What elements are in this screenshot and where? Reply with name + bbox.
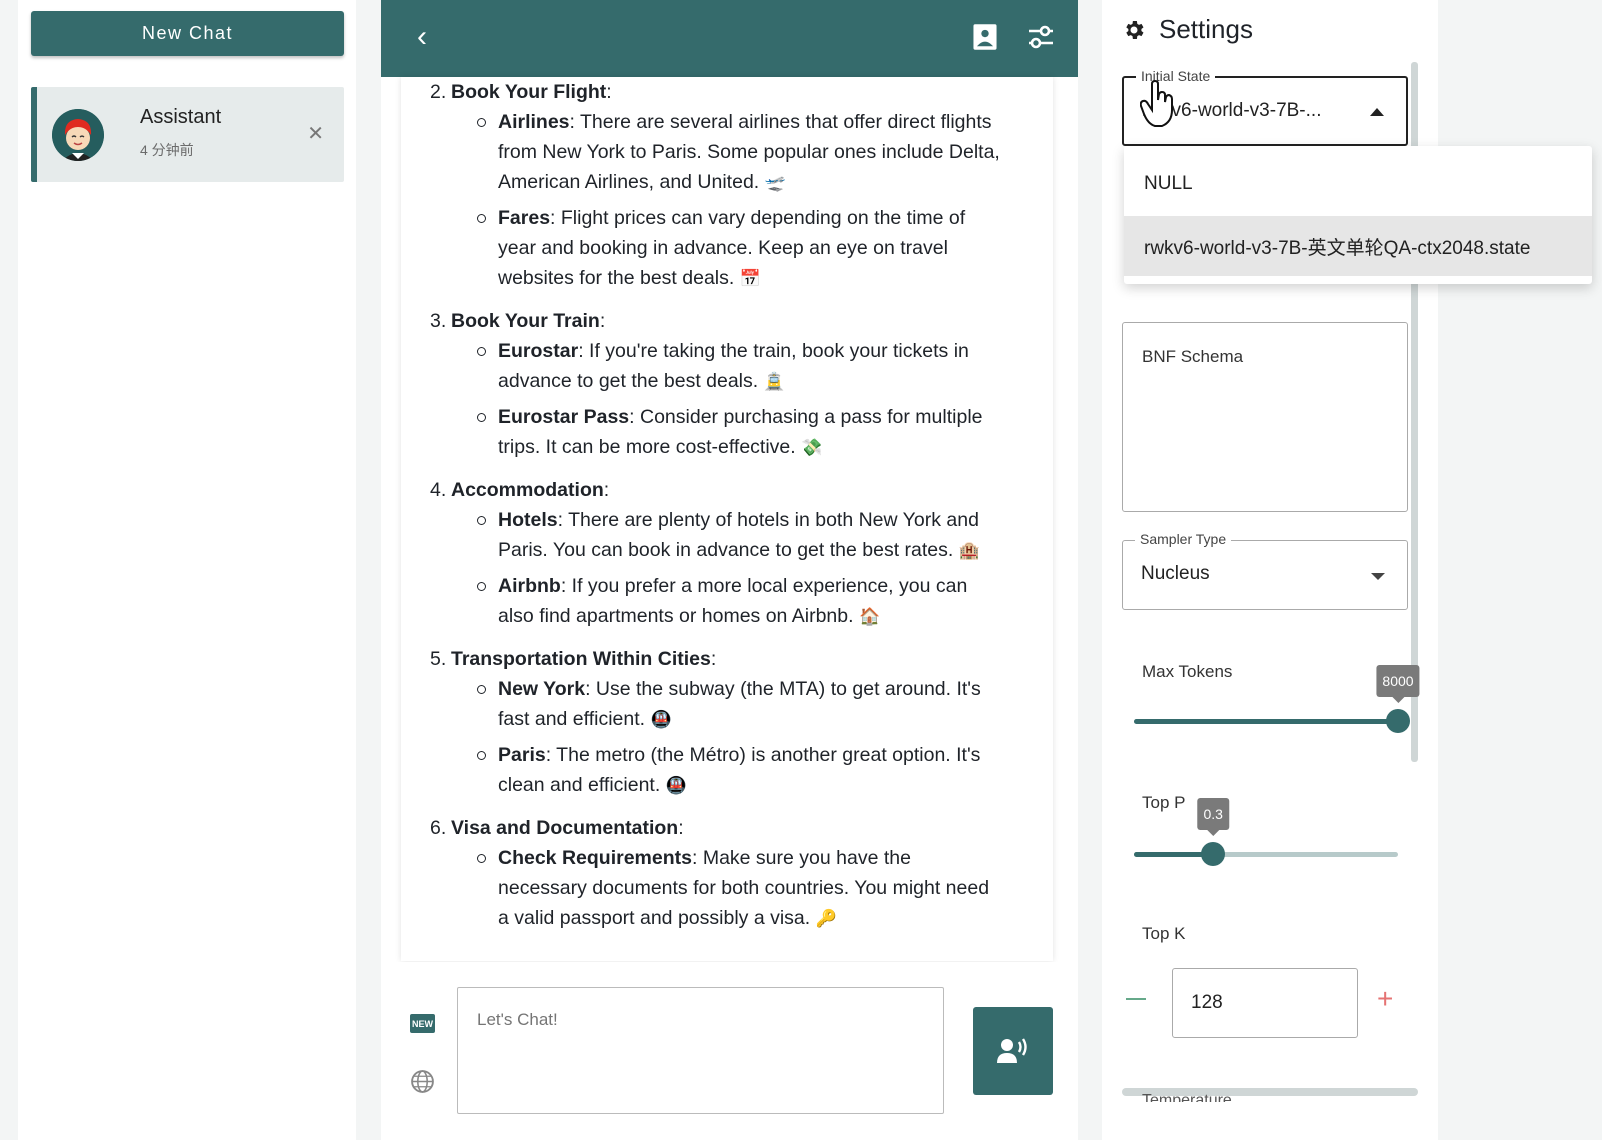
item-title: Transportation Within Cities	[451, 648, 711, 670]
emoji-icon: 🛫	[764, 173, 786, 192]
emoji-icon: 🚇	[650, 710, 672, 729]
sub-list: Check Requirements: Make sure you have t…	[451, 843, 1053, 934]
sub-list-item: Eurostar Pass: Consider purchasing a pas…	[477, 402, 1003, 463]
settings-title: Settings	[1159, 14, 1253, 44]
sub-item-label: Airlines	[498, 111, 570, 133]
settings-header: Settings	[1122, 14, 1253, 45]
voice-input-button[interactable]	[973, 1007, 1053, 1095]
item-number: 3.	[430, 310, 447, 332]
sub-list-item: Airlines: There are several airlines tha…	[477, 107, 1003, 198]
message-list-item: 3. Book Your Train: Eurostar: If you're ta…	[430, 306, 1053, 463]
message-list-item: 2. Book Your Flight: Airlines: There are s…	[430, 77, 1053, 294]
sub-list-item: Paris: The metro (the Métro) is another …	[477, 740, 1003, 801]
increment-icon[interactable]: +	[1377, 985, 1393, 1013]
sub-item-text: : The metro (the Métro) is another great…	[498, 744, 981, 796]
sub-list-item: Airbnb: If you prefer a more local exper…	[477, 571, 1003, 632]
item-title: Book Your Flight	[451, 81, 607, 103]
sub-item-label: Paris	[498, 744, 546, 766]
state-option-rwkv[interactable]: rwkv6-world-v3-7B-英文单轮QA-ctx2048.state	[1124, 216, 1592, 276]
sub-list: Eurostar: If you're taking the train, bo…	[451, 336, 1053, 463]
sub-item-label: Airbnb	[498, 575, 561, 597]
max-tokens-fill	[1134, 719, 1398, 724]
sampler-type-value: Nucleus	[1141, 563, 1210, 584]
sub-item-label: Check Requirements	[498, 847, 692, 869]
max-tokens-slider[interactable]: 8000	[1134, 665, 1420, 733]
item-number: 5.	[430, 648, 447, 670]
top-p-label: Top P	[1142, 793, 1186, 812]
globe-icon[interactable]	[410, 1069, 435, 1094]
close-icon[interactable]: ✕	[307, 121, 324, 146]
max-tokens-tooltip: 8000	[1376, 665, 1420, 703]
emoji-icon: 🔑	[815, 909, 837, 928]
assistant-avatar	[52, 109, 104, 161]
caret-up-icon	[1370, 108, 1384, 116]
top-p-slider[interactable]: 0.3	[1134, 798, 1398, 866]
sub-list-item: Check Requirements: Make sure you have t…	[477, 843, 1003, 934]
item-title: Visa and Documentation	[451, 817, 679, 839]
max-tokens-thumb[interactable]	[1386, 709, 1410, 733]
gear-icon	[1126, 20, 1144, 39]
sidebar: New Chat Assistant 4 分钟前 ✕	[18, 0, 356, 1140]
caret-down-icon	[1371, 573, 1385, 580]
sampler-type-label: Sampler Type	[1135, 531, 1232, 547]
item-number: 2.	[430, 81, 447, 103]
sub-list-item: Eurostar: If you're taking the train, bo…	[477, 336, 1003, 397]
message-list-item: 5. Transportation Within Cities: New York:…	[430, 644, 1053, 801]
chat-header: ‹	[381, 0, 1078, 77]
decrement-icon[interactable]	[1126, 998, 1146, 1000]
top-p-thumb[interactable]	[1201, 842, 1226, 866]
chat-input[interactable]	[457, 987, 944, 1114]
image-icon[interactable]	[971, 22, 999, 52]
sub-item-text: : There are plenty of hotels in both New…	[498, 509, 979, 561]
sub-item-label: Hotels	[498, 509, 558, 531]
sub-list: Airlines: There are several airlines tha…	[451, 107, 1053, 294]
new-conversation-icon[interactable]: NEW	[410, 1014, 435, 1033]
state-option-null[interactable]: NULL	[1124, 154, 1592, 214]
emoji-icon: 🏠	[858, 607, 881, 626]
sub-item-label: Fares	[498, 207, 551, 229]
chat-session-item[interactable]: Assistant 4 分钟前 ✕	[31, 87, 344, 182]
session-name: Assistant	[140, 106, 222, 128]
sub-item-label: New York	[498, 678, 586, 700]
message-area: 2. Book Your Flight: Airlines: There are s…	[401, 77, 1053, 961]
sub-list-item: Hotels: There are plenty of hotels in bo…	[477, 505, 1003, 566]
item-number: 4.	[430, 479, 447, 501]
temperature-label: Temperature	[1142, 1092, 1232, 1102]
item-number: 6.	[430, 817, 447, 839]
bnf-schema-field[interactable]: BNF Schema	[1122, 322, 1408, 512]
sub-list-item: New York: Use the subway (the MTA) to ge…	[477, 674, 1003, 735]
tune-settings-icon[interactable]	[1027, 22, 1055, 52]
sub-list-item: Fares: Flight prices can vary depending …	[477, 203, 1003, 294]
new-chat-button[interactable]: New Chat	[31, 11, 344, 56]
emoji-icon: 🚊	[763, 372, 785, 391]
sub-list: New York: Use the subway (the MTA) to ge…	[451, 674, 1053, 801]
voice-icon	[997, 1038, 1027, 1063]
emoji-icon: 🚇	[665, 776, 687, 795]
item-title: Accommodation	[451, 479, 604, 501]
initial-state-menu: NULL rwkv6-world-v3-7B-英文单轮QA-ctx2048.st…	[1124, 146, 1592, 284]
top-k-label: Top K	[1142, 924, 1186, 943]
sub-item-label: Eurostar	[498, 340, 579, 362]
top-k-input[interactable]: 128	[1172, 968, 1358, 1038]
top-p-tooltip: 0.3	[1197, 798, 1229, 836]
message-list-item: 4. Accommodation: Hotels: There are plenty…	[430, 475, 1053, 632]
back-arrow-icon[interactable]: ‹	[417, 22, 427, 52]
sub-item-text: : Flight prices can vary depending on th…	[498, 207, 966, 289]
emoji-icon: 🏨	[958, 541, 980, 560]
item-title: Book Your Train	[451, 310, 600, 332]
message-list-item: 6. Visa and Documentation: Check Requireme…	[430, 813, 1053, 934]
assistant-message: 2. Book Your Flight: Airlines: There are s…	[401, 77, 1053, 934]
sub-item-text: : If you prefer a more local experience,…	[498, 575, 968, 627]
sub-item-text: : There are several airlines that offer …	[498, 111, 1000, 193]
session-time: 4 分钟前	[140, 142, 194, 158]
hand-cursor-icon	[1140, 80, 1173, 127]
sampler-type-select[interactable]: Sampler Type Nucleus	[1122, 531, 1408, 610]
sub-list: Hotels: There are plenty of hotels in bo…	[451, 505, 1053, 632]
chat-panel: ‹ 2. Book Your Flight: Airlines: There are…	[381, 0, 1078, 1140]
sub-item-label: Eurostar Pass	[498, 406, 630, 428]
emoji-icon: 📅	[739, 269, 761, 288]
emoji-icon: 💸	[801, 438, 823, 457]
max-tokens-label: Max Tokens	[1142, 662, 1233, 681]
